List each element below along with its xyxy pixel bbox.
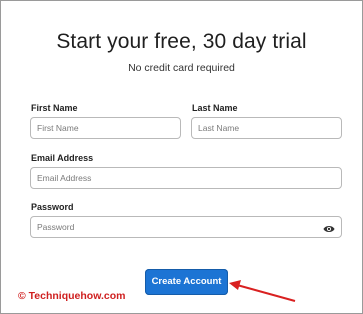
password-field[interactable]: Password	[30, 216, 342, 238]
email-field[interactable]: Email Address	[30, 167, 342, 189]
last-name-label: Last Name	[192, 103, 238, 113]
password-placeholder: Password	[37, 222, 75, 232]
arrow-annotation-icon	[229, 280, 296, 302]
create-account-button[interactable]: Create Account	[145, 269, 228, 295]
password-label: Password	[31, 202, 74, 212]
email-label: Email Address	[31, 153, 94, 163]
first-name-label: First Name	[31, 103, 78, 113]
eye-icon[interactable]	[323, 222, 335, 234]
page-subtitle: No credit card required	[128, 62, 235, 74]
last-name-field[interactable]: Last Name	[191, 117, 342, 139]
watermark-text: © Techniquehow.com	[18, 290, 126, 302]
first-name-field[interactable]: First Name	[30, 117, 181, 139]
page-title: Start your free, 30 day trial	[56, 30, 307, 53]
